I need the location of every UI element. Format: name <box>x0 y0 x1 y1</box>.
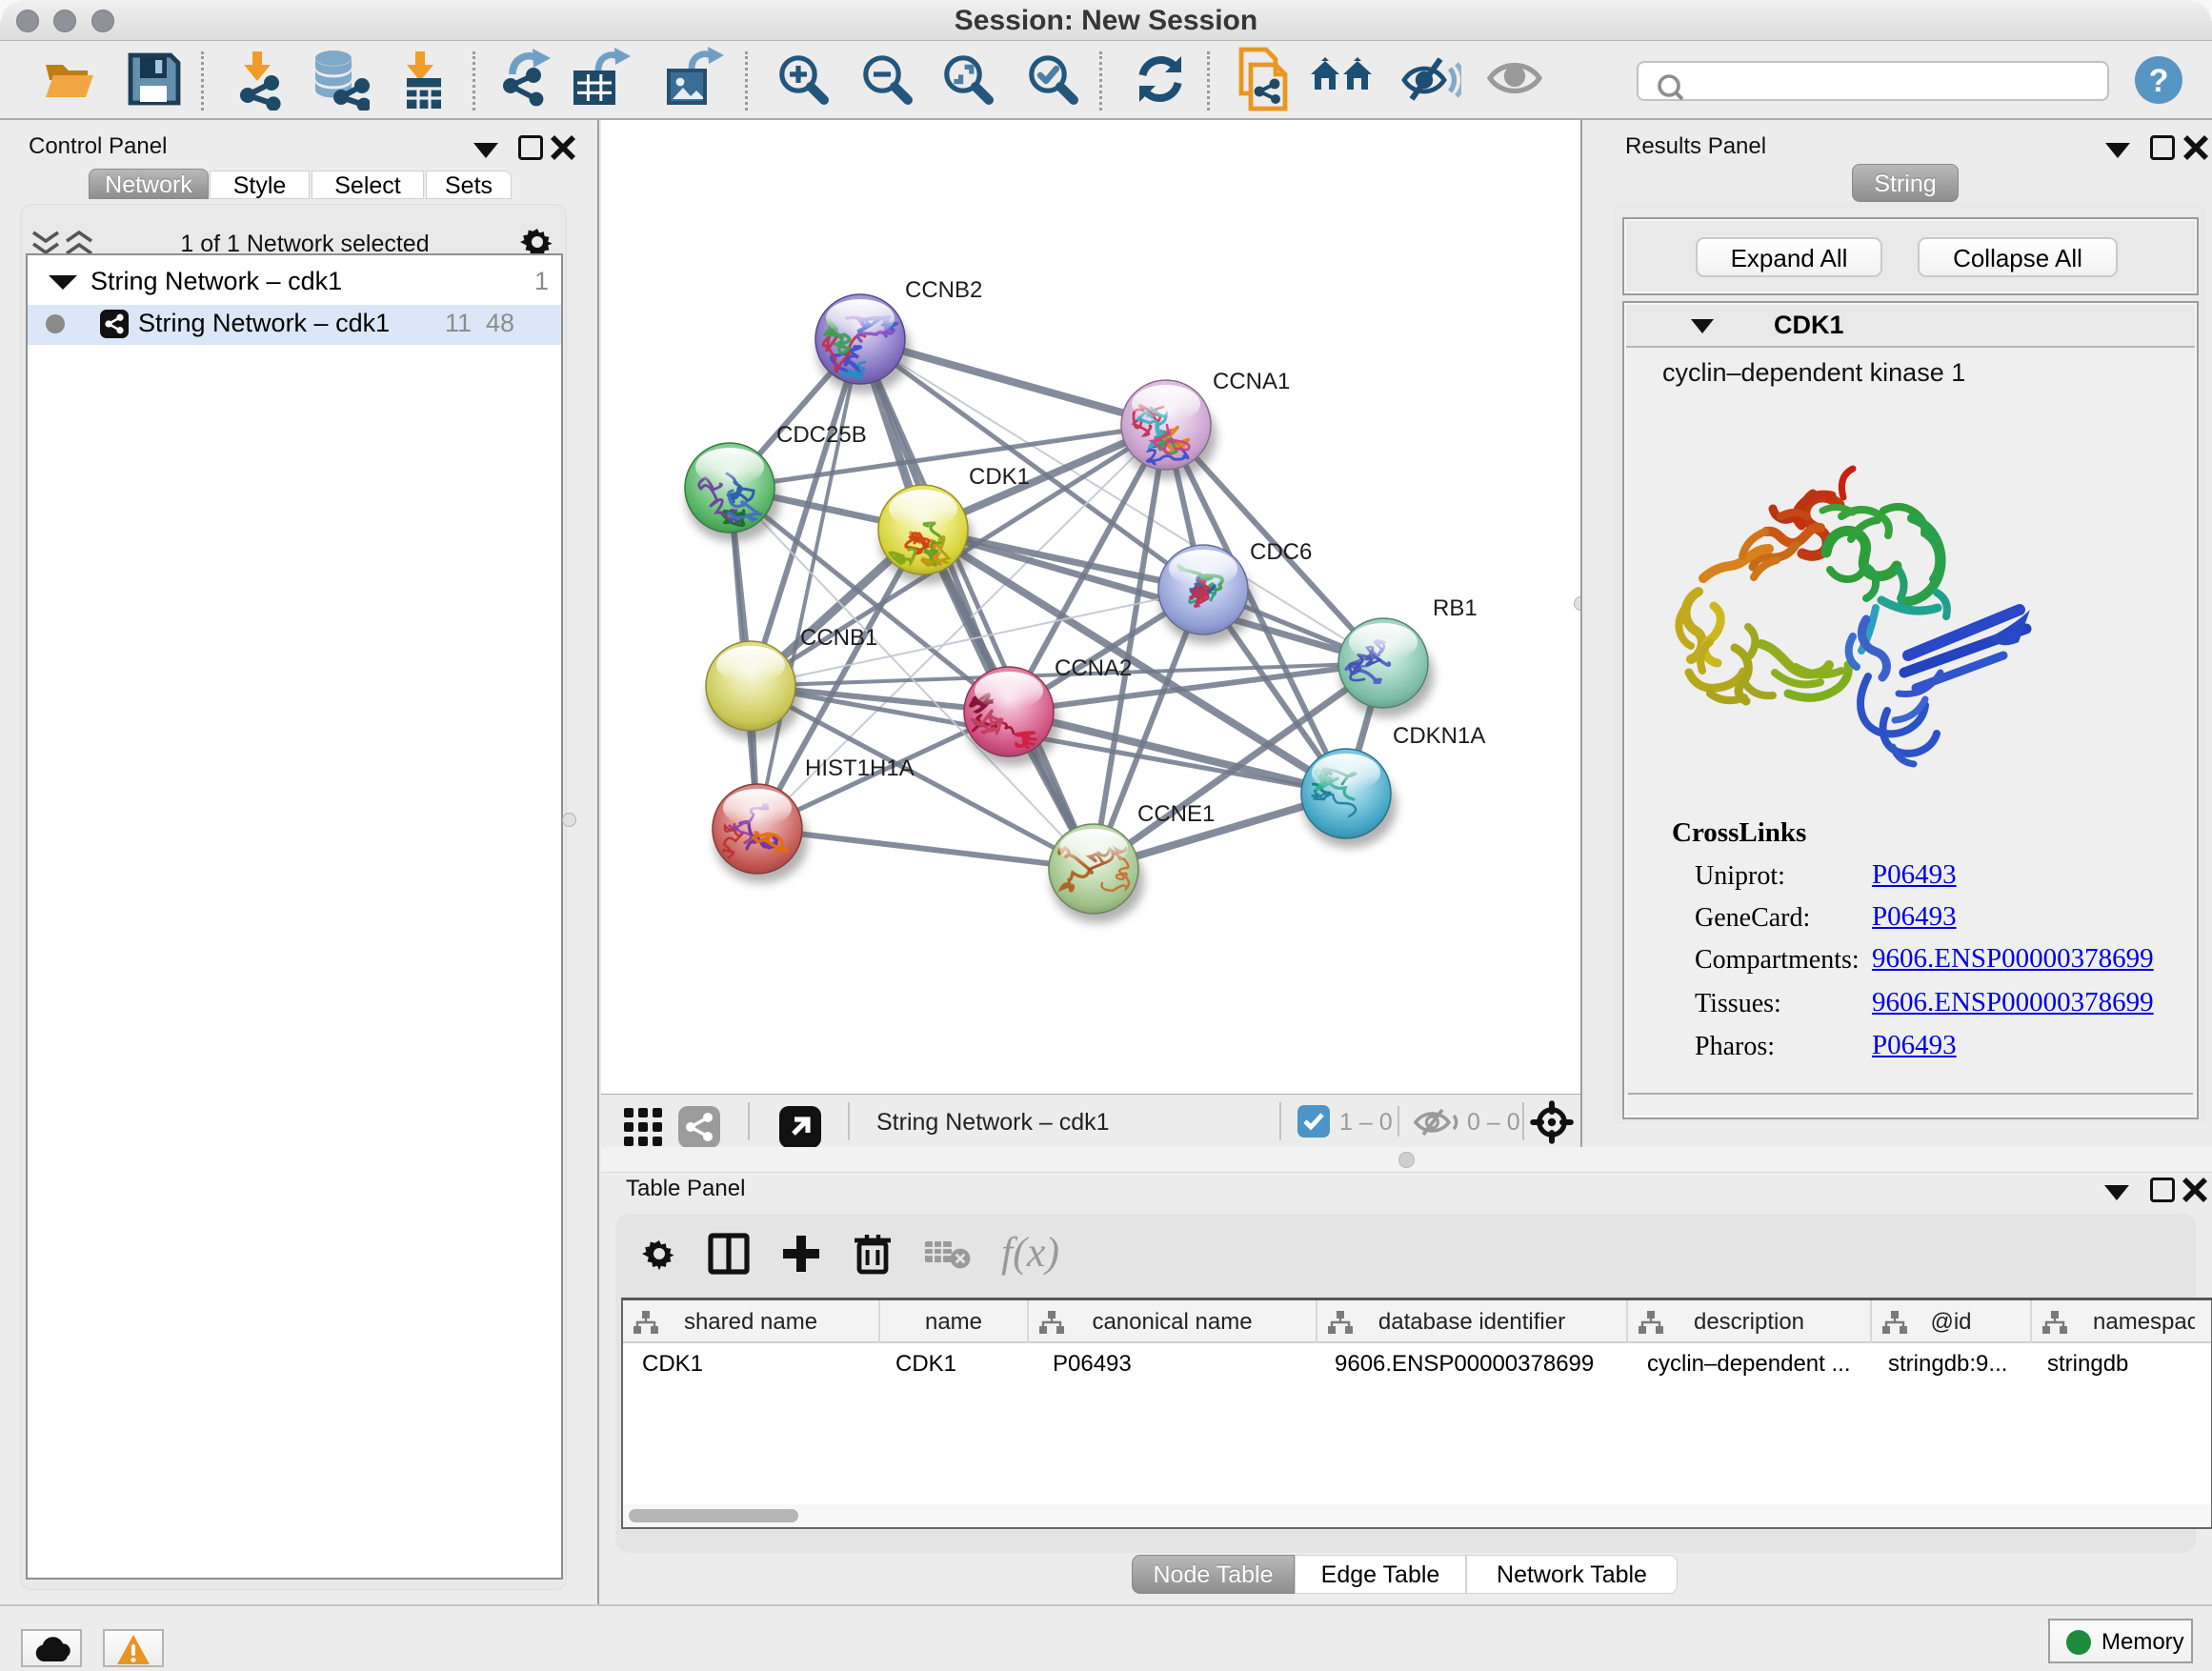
svg-text:CCNA2: CCNA2 <box>1055 655 1132 681</box>
svg-text:CCNB2: CCNB2 <box>905 277 982 303</box>
svg-text:CDC25B: CDC25B <box>776 422 867 448</box>
svg-text:CCNB1: CCNB1 <box>800 625 877 651</box>
svg-text:HIST1H1A: HIST1H1A <box>805 755 915 781</box>
svg-text:CDK1: CDK1 <box>969 464 1030 490</box>
svg-text:CCNA1: CCNA1 <box>1213 369 1290 394</box>
svg-text:CDC6: CDC6 <box>1250 539 1312 565</box>
svg-text:RB1: RB1 <box>1433 595 1478 621</box>
svg-text:?: ? <box>2149 63 2169 99</box>
svg-text:CDKN1A: CDKN1A <box>1393 723 1485 749</box>
svg-text:CCNE1: CCNE1 <box>1137 801 1215 827</box>
